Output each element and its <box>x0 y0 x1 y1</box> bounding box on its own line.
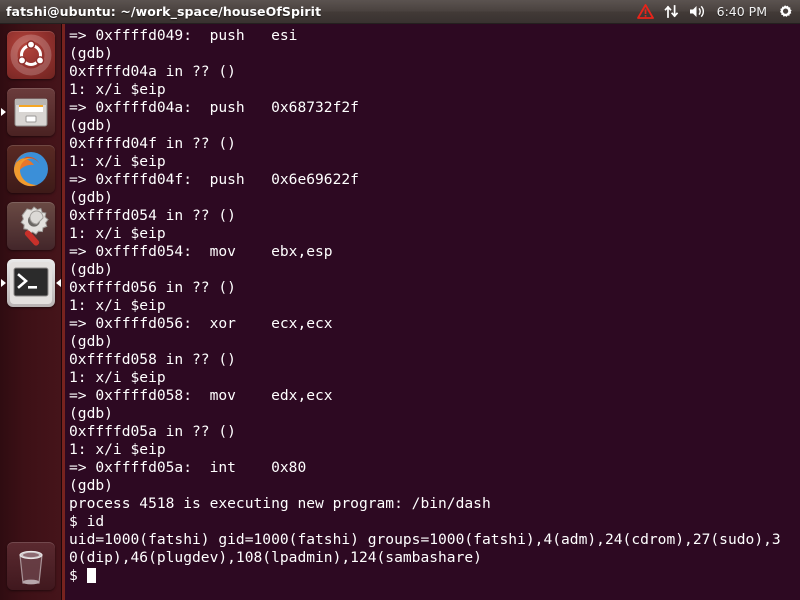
terminal-line: 0xffffd056 in ?? () <box>69 279 236 296</box>
launcher-item-ubuntu-dash[interactable] <box>0 26 62 83</box>
terminal-line: => 0xffffd054: mov ebx,esp <box>69 243 333 260</box>
terminal-line: 1: x/i $eip <box>69 81 166 98</box>
terminal-line: 0xffffd058 in ?? () <box>69 351 236 368</box>
terminal-icon <box>7 258 55 307</box>
terminal-line: (gdb) <box>69 333 113 350</box>
launcher-item-terminal[interactable] <box>0 254 62 311</box>
terminal-line: (gdb) <box>69 45 113 62</box>
terminal-line: (gdb) <box>69 405 113 422</box>
terminal-line: 0(dip),46(plugdev),108(lpadmin),124(samb… <box>69 549 482 566</box>
system-settings-icon <box>7 201 55 250</box>
terminal-line: 1: x/i $eip <box>69 297 166 314</box>
trash-icon <box>7 541 55 590</box>
window-title: fatshi@ubuntu: ~/work_space/houseOfSpiri… <box>6 4 322 19</box>
terminal-line: 0xffffd054 in ?? () <box>69 207 236 224</box>
top-panel: fatshi@ubuntu: ~/work_space/houseOfSpiri… <box>0 0 800 24</box>
terminal-line: (gdb) <box>69 477 113 494</box>
terminal-line: 1: x/i $eip <box>69 153 166 170</box>
focused-indicator-icon <box>56 278 61 287</box>
terminal-line: (gdb) <box>69 117 113 134</box>
warning-triangle-icon[interactable] <box>636 0 654 24</box>
firefox-icon <box>7 144 55 193</box>
desktop-screen: fatshi@ubuntu: ~/work_space/houseOfSpiri… <box>0 0 800 600</box>
shell-prompt: $ <box>69 567 87 584</box>
clock[interactable]: 6:40 PM <box>717 0 767 24</box>
terminal-window[interactable]: => 0xffffd049: push esi (gdb) 0xffffd04a i… <box>62 24 800 600</box>
terminal-line: $ id <box>69 513 105 530</box>
network-icon[interactable] <box>664 0 679 24</box>
terminal-line: 1: x/i $eip <box>69 225 166 242</box>
terminal-line: => 0xffffd056: xor ecx,ecx <box>69 315 333 332</box>
launcher-item-firefox[interactable] <box>0 140 62 197</box>
terminal-line: (gdb) <box>69 189 113 206</box>
terminal-line: 0xffffd04a in ?? () <box>69 63 236 80</box>
terminal-line: 1: x/i $eip <box>69 369 166 386</box>
terminal-line: 0xffffd05a in ?? () <box>69 423 236 440</box>
running-indicator-icon <box>1 107 6 116</box>
terminal-line: => 0xffffd049: push esi <box>69 27 298 44</box>
ubuntu-logo-icon <box>7 30 55 79</box>
terminal-line: process 4518 is executing new program: /… <box>69 495 491 512</box>
system-tray: 6:40 PM <box>636 0 800 24</box>
terminal-line: => 0xffffd058: mov edx,ecx <box>69 387 333 404</box>
terminal-cursor <box>86 568 96 583</box>
terminal-line: uid=1000(fatshi) gid=1000(fatshi) groups… <box>69 531 781 548</box>
volume-icon[interactable] <box>689 0 707 24</box>
terminal-line: => 0xffffd04f: push 0x6e69622f <box>69 171 359 188</box>
terminal-line: (gdb) <box>69 261 113 278</box>
terminal-line: 0xffffd04f in ?? () <box>69 135 236 152</box>
launcher-item-system-settings[interactable] <box>0 197 62 254</box>
system-menu-icon[interactable] <box>777 0 793 24</box>
terminal-line: => 0xffffd04a: push 0x68732f2f <box>69 99 359 116</box>
terminal-line: => 0xffffd05a: int 0x80 <box>69 459 307 476</box>
file-manager-icon <box>7 87 55 136</box>
terminal-line: 1: x/i $eip <box>69 441 166 458</box>
running-indicator-icon <box>1 278 6 287</box>
launcher-item-trash[interactable] <box>0 537 62 594</box>
launcher-item-files[interactable] <box>0 83 62 140</box>
terminal-prompt-line: $ <box>69 567 800 585</box>
unity-launcher <box>0 24 62 600</box>
terminal-output[interactable]: => 0xffffd049: push esi (gdb) 0xffffd04a i… <box>69 27 800 600</box>
